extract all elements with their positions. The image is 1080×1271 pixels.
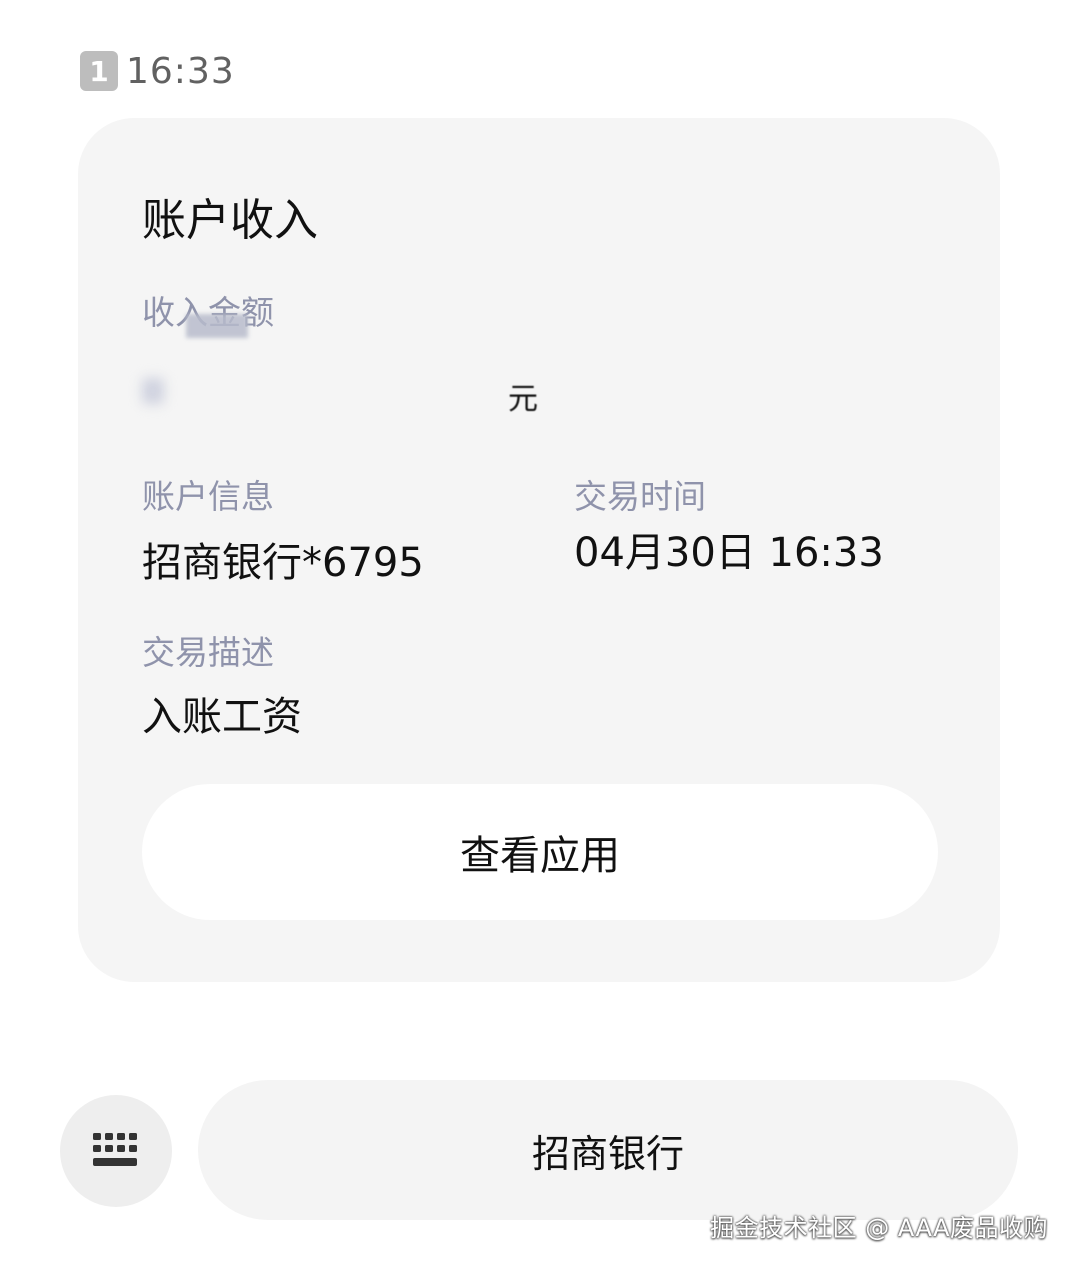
notification-page: 1 16:33 账户收入 收入金额 元 账户信息 招商银行*6795 交易时间 … — [0, 0, 1080, 1271]
desc-label: 交易描述 — [142, 633, 274, 672]
sim-card-icon: 1 — [80, 51, 118, 91]
watermark-text: 掘金技术社区 @ AAA废品收购 — [710, 1214, 1048, 1242]
keyboard-toggle-button[interactable] — [60, 1095, 172, 1207]
message-time: 16:33 — [126, 50, 235, 92]
message-header: 1 16:33 — [80, 50, 235, 92]
amount-value-blurred — [142, 366, 532, 416]
bank-menu-button[interactable]: 招商银行 — [198, 1080, 1018, 1220]
time-label: 交易时间 — [574, 477, 706, 516]
keyboard-icon — [93, 1133, 137, 1166]
account-value: 招商银行*6795 — [142, 540, 424, 586]
view-app-button[interactable]: 查看应用 — [142, 784, 938, 920]
transaction-card: 账户收入 收入金额 元 账户信息 招商银行*6795 交易时间 04月30日 1… — [78, 118, 1000, 982]
card-title: 账户收入 — [142, 195, 318, 246]
time-value: 04月30日 16:33 — [574, 530, 884, 576]
redaction-mark — [186, 314, 248, 338]
account-label: 账户信息 — [142, 477, 274, 516]
amount-unit: 元 — [508, 382, 538, 417]
desc-value: 入账工资 — [142, 694, 302, 740]
